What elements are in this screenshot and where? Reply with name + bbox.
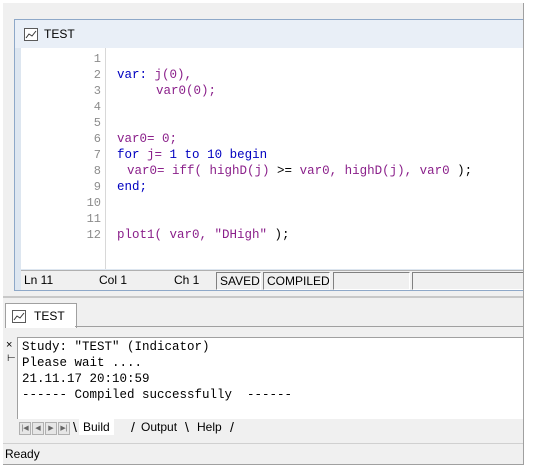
pin-icon[interactable]: ⊢ [7, 353, 16, 364]
code-token: "DHigh" [207, 228, 268, 242]
code-line-2: var: j(0), [117, 68, 192, 82]
line-number: 2 [93, 68, 101, 82]
code-token: ); [267, 228, 290, 242]
line-indicator: Ln 11 [24, 273, 54, 287]
output-tabstrip: |◀ ◀ ▶ ▶| \ Build / Output \ Help / [17, 419, 523, 437]
line-number: 5 [93, 116, 101, 130]
status-text: Ready [5, 447, 40, 461]
gutter-divider [105, 48, 106, 269]
tab-build[interactable]: Build [79, 419, 114, 435]
line-number: 3 [93, 84, 101, 98]
code-token: var0, [292, 164, 338, 178]
log-line: Please wait .... [22, 356, 143, 370]
app-status-bar: Ready [3, 443, 523, 464]
tab-separator: \ [185, 419, 189, 435]
output-pane-tab[interactable]: TEST [5, 303, 77, 328]
saved-indicator: SAVED [216, 272, 261, 290]
char-indicator: Ch 1 [174, 273, 200, 287]
editor-title-bar[interactable]: TEST [15, 20, 523, 48]
code-token: >= [269, 164, 293, 178]
code-line-12: plot1( var0, "DHigh" ); [117, 228, 290, 242]
editor-window: TEST 1 2 3 4 5 6 7 8 9 10 11 12 var: j(0… [14, 19, 523, 291]
column-indicator: Col 1 [99, 273, 128, 287]
editor-status-bar: Ln 11 Col 1 Ch 1 SAVED COMPILED [21, 270, 523, 290]
code-token: j(0), [147, 68, 193, 82]
code-line-8: var0= iff( highD(j) >= var0, highD(j), v… [127, 164, 472, 178]
code-token: var0= [127, 164, 165, 178]
first-tab-icon[interactable]: |◀ [19, 422, 31, 435]
next-tab-icon[interactable]: ▶ [45, 422, 57, 435]
code-token: highD(j), [337, 164, 413, 178]
chart-icon [24, 28, 38, 41]
line-number: 6 [93, 132, 101, 146]
status-pane-empty [412, 272, 523, 290]
code-token: plot1( [117, 228, 163, 242]
code-line-7: for j= 1 to 10 begin [117, 148, 267, 162]
code-token: 10 [199, 148, 223, 162]
code-token: 1 [162, 148, 178, 162]
code-editor[interactable]: 1 2 3 4 5 6 7 8 9 10 11 12 var: j(0), va… [21, 48, 523, 269]
tab-separator: \ [73, 419, 77, 435]
line-number: 9 [93, 180, 101, 194]
last-tab-icon[interactable]: ▶| [58, 422, 70, 435]
keyword: begin [222, 148, 268, 162]
tab-separator: / [230, 419, 234, 435]
line-number: 8 [93, 164, 101, 178]
code-token: iff( [164, 164, 203, 178]
line-number-gutter: 1 2 3 4 5 6 7 8 9 10 11 12 [21, 48, 101, 269]
keyword: var: [117, 68, 148, 82]
tab-help[interactable]: Help [197, 419, 222, 435]
line-number: 10 [86, 196, 101, 210]
code-token: ); [449, 164, 473, 178]
prev-tab-icon[interactable]: ◀ [32, 422, 44, 435]
main-window: TEST 1 2 3 4 5 6 7 8 9 10 11 12 var: j(0… [3, 3, 524, 465]
code-line-9: end; [117, 180, 148, 194]
tab-separator: / [131, 419, 135, 435]
editor-title: TEST [44, 27, 75, 41]
code-token: j= [139, 148, 163, 162]
code-line-6: var0= 0; [117, 132, 178, 146]
log-line: 21.11.17 20:10:59 [22, 372, 150, 386]
line-number: 4 [93, 100, 101, 114]
log-line: Study: "TEST" (Indicator) [22, 340, 210, 354]
code-token: var0, [162, 228, 208, 242]
status-pane-empty [333, 272, 410, 290]
code-token: var0 [412, 164, 450, 178]
output-pane-title: TEST [34, 309, 65, 323]
log-line: ------ Compiled successfully ------ [22, 388, 293, 402]
tab-output[interactable]: Output [141, 419, 177, 435]
line-number: 7 [93, 148, 101, 162]
build-output-log[interactable]: Study: "TEST" (Indicator) Please wait ..… [17, 337, 523, 421]
keyword: for [117, 148, 140, 162]
compiled-indicator: COMPILED [263, 272, 330, 290]
pane-splitter[interactable] [3, 296, 523, 298]
keyword: to [177, 148, 200, 162]
chart-icon [12, 310, 26, 323]
line-number: 11 [86, 212, 101, 226]
code-token: highD(j) [202, 164, 270, 178]
close-icon[interactable]: × [6, 339, 12, 351]
code-line-3: var0(0); [156, 84, 217, 98]
line-number: 1 [93, 52, 101, 66]
line-number: 12 [86, 228, 101, 242]
tab-baseline [75, 326, 523, 327]
